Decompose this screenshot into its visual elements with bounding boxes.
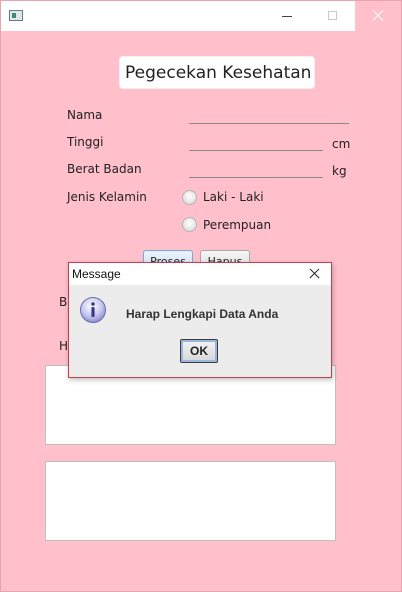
gender-label: Jenis Kelamin — [67, 190, 147, 204]
dialog-title: Message — [72, 267, 121, 281]
form-heading: Pegecekan Kesehatan — [119, 56, 315, 89]
radio-perempuan[interactable] — [182, 217, 197, 232]
radio-laki[interactable] — [182, 190, 197, 205]
close-icon[interactable] — [355, 1, 401, 31]
dialog-title-bar[interactable]: Message — [69, 263, 331, 285]
ok-button[interactable]: OK — [180, 339, 218, 363]
radio-laki-label[interactable]: Laki - Laki — [203, 190, 264, 204]
dialog-message: Harap Lengkapi Data Anda — [126, 307, 279, 321]
berat-field[interactable] — [189, 177, 323, 178]
nama-label: Nama — [67, 108, 103, 122]
tinggi-unit: cm — [332, 137, 351, 151]
title-bar[interactable] — [1, 1, 401, 31]
java-app-icon — [9, 10, 23, 21]
dialog-close-icon[interactable] — [305, 265, 325, 283]
radio-perempuan-label[interactable]: Perempuan — [203, 218, 271, 232]
message-dialog: Message Harap Lengkapi Data Anda OK — [68, 262, 332, 378]
berat-label: Berat Badan — [67, 162, 142, 176]
berat-unit: kg — [332, 164, 347, 178]
info-icon — [80, 297, 106, 323]
result-textarea-2[interactable] — [45, 461, 336, 541]
minimize-icon[interactable] — [264, 1, 310, 31]
tinggi-field[interactable] — [189, 150, 323, 151]
maximize-icon[interactable] — [310, 1, 356, 31]
result-label-partial-2: H — [59, 339, 69, 353]
nama-field[interactable] — [189, 123, 349, 124]
tinggi-label: Tinggi — [67, 135, 104, 149]
